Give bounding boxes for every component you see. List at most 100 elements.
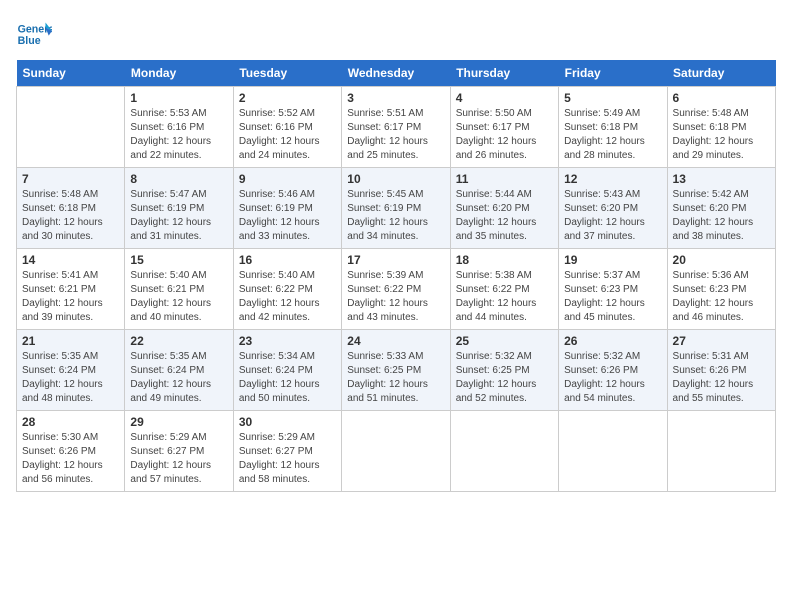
calendar-cell: 17 Sunrise: 5:39 AM Sunset: 6:22 PM Dayli… [342,249,450,330]
calendar-cell: 29Sunrise: 5:29 AM Sunset: 6:27 PM Dayli… [125,411,233,492]
day-info: Sunrise: 5:39 AM Sunset: 6:22 PM Dayligh… [347,269,444,325]
calendar-week-2: 7Sunrise: 5:48 AM Sunset: 6:18 PM Daylig… [17,168,776,249]
day-info: Sunrise: 5:46 AM Sunset: 6:19 PM Dayligh… [239,188,336,244]
day-number: 2 [239,91,336,105]
day-info: Sunrise: 5:29 AM Sunset: 6:27 PM Dayligh… [130,431,227,487]
generalblue-logo-icon: General Blue [16,16,52,52]
day-number: 8 [130,172,227,186]
day-info: Sunrise: 5:31 AM Sunset: 6:26 PM Dayligh… [673,350,770,406]
day-number: 11 [456,172,553,186]
day-number: 6 [673,91,770,105]
calendar-cell: 10 Sunrise: 5:45 AM Sunset: 6:19 PM Dayli… [342,168,450,249]
day-info: Sunrise: 5:30 AM Sunset: 6:26 PM Dayligh… [22,431,119,487]
calendar-cell: 4 Sunrise: 5:50 AM Sunset: 6:17 PM Daylig… [450,87,558,168]
calendar-cell: 9 Sunrise: 5:46 AM Sunset: 6:19 PM Daylig… [233,168,341,249]
day-info: Sunrise: 5:35 AM Sunset: 6:24 PM Dayligh… [130,350,227,406]
day-number: 23 [239,334,336,348]
header-friday: Friday [559,60,667,87]
day-info: Sunrise: 5:45 AM Sunset: 6:19 PM Dayligh… [347,188,444,244]
day-info: Sunrise: 5:50 AM Sunset: 6:17 PM Dayligh… [456,107,553,163]
day-number: 14 [22,253,119,267]
header-sunday: Sunday [17,60,125,87]
calendar-cell: 21 Sunrise: 5:35 AM Sunset: 6:24 PM Dayli… [17,330,125,411]
calendar-body: 1 Sunrise: 5:53 AM Sunset: 6:16 PM Daylig… [17,87,776,492]
day-number: 22 [130,334,227,348]
calendar-cell: 23 Sunrise: 5:34 AM Sunset: 6:24 PM Dayli… [233,330,341,411]
calendar-cell: 18 Sunrise: 5:38 AM Sunset: 6:22 PM Dayli… [450,249,558,330]
day-info: Sunrise: 5:48 AM Sunset: 6:18 PM Dayligh… [22,188,119,244]
calendar-table: SundayMondayTuesdayWednesdayThursdayFrid… [16,60,776,492]
calendar-cell: 5 Sunrise: 5:49 AM Sunset: 6:18 PM Daylig… [559,87,667,168]
calendar-cell [559,411,667,492]
day-info: Sunrise: 5:36 AM Sunset: 6:23 PM Dayligh… [673,269,770,325]
header-tuesday: Tuesday [233,60,341,87]
calendar-header-row: SundayMondayTuesdayWednesdayThursdayFrid… [17,60,776,87]
day-info: Sunrise: 5:47 AM Sunset: 6:19 PM Dayligh… [130,188,227,244]
day-info: Sunrise: 5:29 AM Sunset: 6:27 PM Dayligh… [239,431,336,487]
calendar-cell: 27 Sunrise: 5:31 AM Sunset: 6:26 PM Dayli… [667,330,775,411]
day-number: 19 [564,253,661,267]
calendar-cell: 16Sunrise: 5:40 AM Sunset: 6:22 PM Dayli… [233,249,341,330]
calendar-cell: 8 Sunrise: 5:47 AM Sunset: 6:19 PM Daylig… [125,168,233,249]
day-number: 3 [347,91,444,105]
day-number: 25 [456,334,553,348]
day-number: 13 [673,172,770,186]
day-info: Sunrise: 5:40 AM Sunset: 6:21 PM Dayligh… [130,269,227,325]
day-info: Sunrise: 5:48 AM Sunset: 6:18 PM Dayligh… [673,107,770,163]
day-number: 18 [456,253,553,267]
calendar-cell: 28 Sunrise: 5:30 AM Sunset: 6:26 PM Dayli… [17,411,125,492]
day-info: Sunrise: 5:32 AM Sunset: 6:26 PM Dayligh… [564,350,661,406]
day-number: 10 [347,172,444,186]
svg-text:Blue: Blue [18,35,41,47]
day-number: 17 [347,253,444,267]
calendar-cell: 24 Sunrise: 5:33 AM Sunset: 6:25 PM Dayli… [342,330,450,411]
calendar-cell: 1 Sunrise: 5:53 AM Sunset: 6:16 PM Daylig… [125,87,233,168]
header-monday: Monday [125,60,233,87]
header-wednesday: Wednesday [342,60,450,87]
calendar-week-1: 1 Sunrise: 5:53 AM Sunset: 6:16 PM Daylig… [17,87,776,168]
calendar-cell: 3 Sunrise: 5:51 AM Sunset: 6:17 PM Daylig… [342,87,450,168]
day-info: Sunrise: 5:32 AM Sunset: 6:25 PM Dayligh… [456,350,553,406]
day-info: Sunrise: 5:38 AM Sunset: 6:22 PM Dayligh… [456,269,553,325]
calendar-cell: 22 Sunrise: 5:35 AM Sunset: 6:24 PM Dayli… [125,330,233,411]
calendar-cell [450,411,558,492]
calendar-cell: 15Sunrise: 5:40 AM Sunset: 6:21 PM Dayli… [125,249,233,330]
day-info: Sunrise: 5:42 AM Sunset: 6:20 PM Dayligh… [673,188,770,244]
calendar-cell: 14 Sunrise: 5:41 AM Sunset: 6:21 PM Dayli… [17,249,125,330]
day-info: Sunrise: 5:49 AM Sunset: 6:18 PM Dayligh… [564,107,661,163]
header-saturday: Saturday [667,60,775,87]
day-number: 9 [239,172,336,186]
day-info: Sunrise: 5:43 AM Sunset: 6:20 PM Dayligh… [564,188,661,244]
page-header: General Blue [16,16,776,52]
day-info: Sunrise: 5:44 AM Sunset: 6:20 PM Dayligh… [456,188,553,244]
day-number: 4 [456,91,553,105]
day-number: 5 [564,91,661,105]
calendar-cell: 30Sunrise: 5:29 AM Sunset: 6:27 PM Dayli… [233,411,341,492]
day-number: 24 [347,334,444,348]
calendar-cell [17,87,125,168]
day-number: 21 [22,334,119,348]
logo-area: General Blue [16,16,56,52]
day-info: Sunrise: 5:35 AM Sunset: 6:24 PM Dayligh… [22,350,119,406]
day-number: 28 [22,415,119,429]
calendar-cell: 6 Sunrise: 5:48 AM Sunset: 6:18 PM Daylig… [667,87,775,168]
calendar-cell: 12Sunrise: 5:43 AM Sunset: 6:20 PM Dayli… [559,168,667,249]
day-info: Sunrise: 5:34 AM Sunset: 6:24 PM Dayligh… [239,350,336,406]
day-number: 16 [239,253,336,267]
day-number: 26 [564,334,661,348]
calendar-week-3: 14 Sunrise: 5:41 AM Sunset: 6:21 PM Dayli… [17,249,776,330]
day-number: 20 [673,253,770,267]
day-info: Sunrise: 5:51 AM Sunset: 6:17 PM Dayligh… [347,107,444,163]
day-info: Sunrise: 5:53 AM Sunset: 6:16 PM Dayligh… [130,107,227,163]
calendar-week-5: 28 Sunrise: 5:30 AM Sunset: 6:26 PM Dayli… [17,411,776,492]
day-info: Sunrise: 5:33 AM Sunset: 6:25 PM Dayligh… [347,350,444,406]
day-number: 27 [673,334,770,348]
calendar-cell: 7Sunrise: 5:48 AM Sunset: 6:18 PM Daylig… [17,168,125,249]
calendar-cell [667,411,775,492]
calendar-cell: 11 Sunrise: 5:44 AM Sunset: 6:20 PM Dayli… [450,168,558,249]
day-info: Sunrise: 5:41 AM Sunset: 6:21 PM Dayligh… [22,269,119,325]
calendar-cell: 20 Sunrise: 5:36 AM Sunset: 6:23 PM Dayli… [667,249,775,330]
day-number: 1 [130,91,227,105]
calendar-cell: 19Sunrise: 5:37 AM Sunset: 6:23 PM Dayli… [559,249,667,330]
calendar-cell [342,411,450,492]
